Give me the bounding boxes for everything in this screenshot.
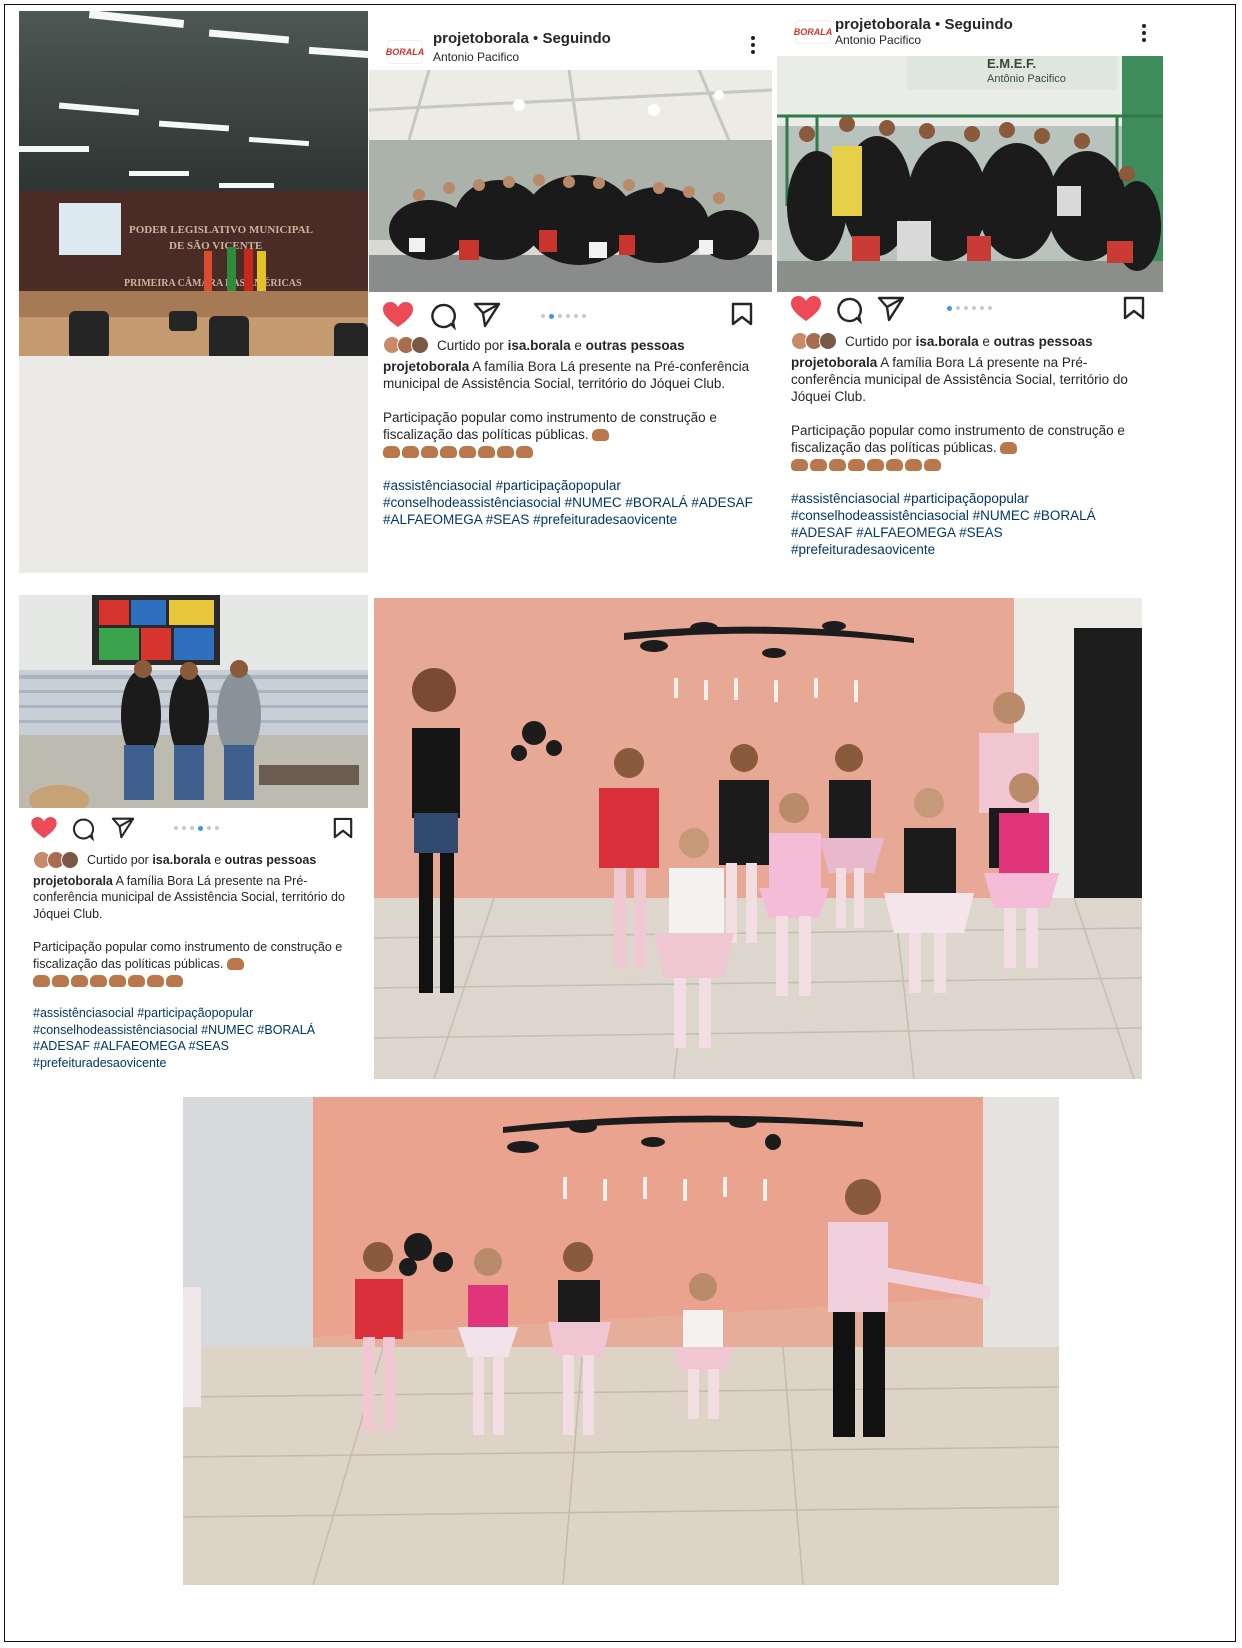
- comment-icon[interactable]: [429, 302, 457, 330]
- liked-prefix: Curtido por: [845, 333, 912, 349]
- carousel-dots: [174, 825, 219, 831]
- council-chamber-image: PODER LEGISLATIVO MUNICIPAL DE SÃO VICEN…: [19, 11, 368, 573]
- liked-joiner: e: [574, 337, 582, 353]
- fist-emoji-row-icon: [791, 459, 941, 472]
- comment-icon[interactable]: [835, 296, 863, 324]
- post-username[interactable]: projetoborala: [433, 30, 529, 47]
- carousel-dots: [947, 305, 992, 311]
- bookmark-icon[interactable]: [333, 817, 353, 839]
- photo-ballet-class-group: [374, 598, 1142, 1079]
- post-caption: projetoborala A família Bora Lá presente…: [33, 873, 354, 1071]
- carousel-dots: [541, 313, 586, 319]
- liked-joiner: e: [982, 333, 990, 349]
- liked-prefix: Curtido por: [437, 337, 504, 353]
- post-location[interactable]: Antonio Pacifico: [835, 33, 921, 47]
- caption-line2: Participação popular como instrumento de…: [791, 423, 1125, 455]
- liked-others[interactable]: outras pessoas: [225, 853, 317, 867]
- bookmark-icon[interactable]: [731, 302, 753, 326]
- liked-user[interactable]: isa.borala: [508, 338, 571, 353]
- post-photo-school: E.M.E.F. Antônio Pacifico: [777, 56, 1163, 292]
- caption-line2: Participação popular como instrumento de…: [383, 410, 717, 442]
- caption-author[interactable]: projetoborala: [33, 874, 113, 888]
- post-username[interactable]: projetoborala: [835, 16, 931, 33]
- caption-hashtags[interactable]: #assistênciasocial #participaçãopopular …: [791, 490, 1149, 558]
- photo-ballet-warmup: [183, 1097, 1059, 1585]
- school-sign-line2: Antônio Pacifico: [987, 73, 1066, 85]
- share-icon[interactable]: [111, 817, 135, 839]
- chamber-sign-line1: PODER LEGISLATIVO MUNICIPAL: [129, 224, 313, 236]
- liker-avatars: [33, 851, 79, 869]
- liker-avatars: [791, 332, 837, 350]
- liker-avatars: [383, 336, 429, 354]
- fist-emoji-icon: [592, 429, 610, 442]
- fist-emoji-icon: [1000, 442, 1018, 455]
- liked-user[interactable]: isa.borala: [152, 853, 210, 867]
- post-user-line: projetoborala • Seguindo: [835, 16, 1013, 33]
- share-icon[interactable]: [473, 302, 501, 328]
- ballet-warmup-image: [183, 1097, 1059, 1585]
- speakers-photo-image: [19, 595, 368, 808]
- comment-icon[interactable]: [71, 817, 95, 841]
- chamber-sign-line3: PRIMEIRA CÂMARA DAS AMÉRICAS: [124, 277, 302, 289]
- caption-hashtags[interactable]: #assistênciasocial #participaçãopopular …: [383, 477, 758, 528]
- post-actions: [369, 302, 772, 336]
- post-actions: [777, 296, 1163, 330]
- liked-prefix: Curtido por: [87, 853, 149, 867]
- school-sign-line1: E.M.E.F.: [987, 56, 1036, 71]
- more-options-icon[interactable]: [1141, 24, 1147, 44]
- liked-others[interactable]: outras pessoas: [994, 334, 1093, 349]
- post-actions: [19, 817, 368, 851]
- fist-emoji-row-icon: [33, 974, 183, 987]
- group-photo-image: [369, 70, 772, 292]
- post-photo-speakers: [19, 595, 368, 808]
- fist-emoji-icon: [226, 958, 244, 971]
- liked-user[interactable]: isa.borala: [916, 334, 979, 349]
- more-options-icon[interactable]: [750, 36, 756, 56]
- heart-icon[interactable]: [791, 296, 821, 322]
- school-group-photo-image: E.M.E.F. Antônio Pacifico: [777, 56, 1163, 292]
- fist-emoji-row-icon: [383, 446, 533, 459]
- caption-author[interactable]: projetoborala: [383, 359, 469, 374]
- liked-others[interactable]: outras pessoas: [586, 338, 685, 353]
- liked-by: Curtido por isa.borala e outras pessoas: [33, 851, 316, 869]
- follow-status[interactable]: Seguindo: [542, 30, 610, 47]
- ballet-class-image: [374, 598, 1142, 1079]
- caption-author[interactable]: projetoborala: [791, 355, 877, 370]
- instagram-post-card: BORALA projetoborala • Seguindo Antonio …: [369, 20, 772, 572]
- follow-status[interactable]: Seguindo: [944, 16, 1012, 33]
- post-user-line: projetoborala • Seguindo: [433, 30, 611, 47]
- photo-council-chamber: PODER LEGISLATIVO MUNICIPAL DE SÃO VICEN…: [19, 11, 368, 573]
- post-caption: projetoborala A família Bora Lá presente…: [791, 354, 1149, 558]
- heart-icon[interactable]: [31, 817, 57, 839]
- post-location[interactable]: Antonio Pacifico: [433, 50, 519, 64]
- profile-avatar[interactable]: BORALA: [794, 20, 832, 44]
- profile-avatar[interactable]: BORALA: [386, 40, 424, 64]
- caption-line2: Participação popular como instrumento de…: [33, 940, 343, 971]
- instagram-post-card: BORALA projetoborala • Seguindo Antonio …: [777, 6, 1163, 572]
- share-icon[interactable]: [877, 296, 905, 322]
- bookmark-icon[interactable]: [1123, 296, 1145, 320]
- liked-by: Curtido por isa.borala e outras pessoas: [383, 336, 685, 354]
- liked-joiner: e: [214, 853, 222, 867]
- post-photo-group: [369, 70, 772, 292]
- instagram-post-card: Curtido por isa.borala e outras pessoas …: [19, 595, 368, 1077]
- post-caption: projetoborala A família Bora Lá presente…: [383, 358, 758, 528]
- heart-icon[interactable]: [383, 302, 413, 328]
- caption-hashtags[interactable]: #assistênciasocial #participaçãopopular …: [33, 1005, 354, 1071]
- liked-by: Curtido por isa.borala e outras pessoas: [791, 332, 1093, 350]
